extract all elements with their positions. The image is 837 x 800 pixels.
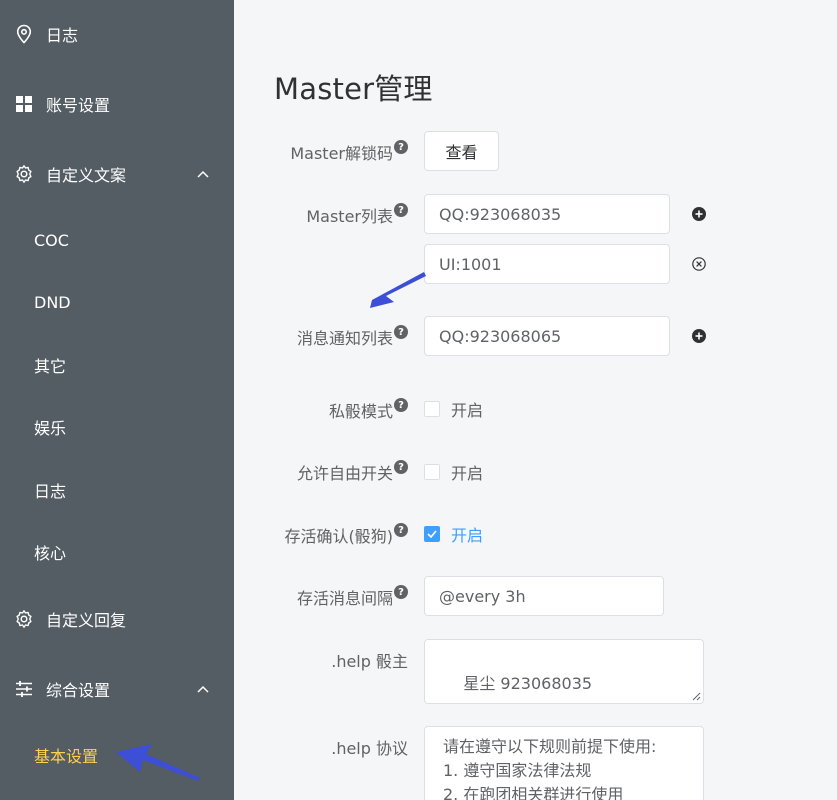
sidebar-item-custom-text[interactable]: 自定义文案 xyxy=(0,146,234,202)
page-title: Master管理 xyxy=(274,72,433,106)
grid-icon xyxy=(14,94,34,114)
help-master-textarea[interactable]: 星尘 923068035 xyxy=(424,639,704,704)
annotation-arrow-icon xyxy=(116,744,200,781)
alive-interval-input[interactable]: @every 3h xyxy=(424,576,664,616)
remove-circle-icon[interactable] xyxy=(692,257,706,271)
help-icon[interactable]: ? xyxy=(394,585,408,599)
sidebar-item-label: 日志 xyxy=(46,26,79,45)
sidebar-subitem-log[interactable]: 日志 xyxy=(0,465,234,515)
alive-confirm-label: 存活确认(骰狗)? xyxy=(285,523,408,547)
sidebar-subitem-core[interactable]: 核心 xyxy=(0,527,234,577)
alive-confirm-checkbox[interactable]: 开启 xyxy=(424,524,483,545)
sidebar-subitem-dnd[interactable]: DND xyxy=(0,277,234,327)
help-icon[interactable]: ? xyxy=(394,398,408,412)
sidebar-subitem-coc[interactable]: COC xyxy=(0,215,234,265)
sidebar-item-label: 综合设置 xyxy=(46,681,111,700)
help-icon[interactable]: ? xyxy=(394,325,408,339)
master-list-input-1[interactable]: QQ:923068035 xyxy=(424,194,670,234)
sidebar-item-log[interactable]: 日志 xyxy=(0,6,234,62)
gear-icon xyxy=(14,164,34,184)
help-icon[interactable]: ? xyxy=(394,460,408,474)
checkbox-box[interactable] xyxy=(424,464,440,480)
master-code-label: Master解锁码? xyxy=(290,140,408,164)
checkbox-checked-icon[interactable] xyxy=(424,526,440,542)
resize-handle-icon[interactable] xyxy=(692,692,701,701)
sidebar-item-label: 自定义回复 xyxy=(46,611,127,630)
master-list-label: Master列表? xyxy=(306,203,408,227)
chevron-up-icon xyxy=(196,167,210,181)
main-panel: Master管理 Master解锁码? 查看 Master列表? QQ:9230… xyxy=(234,0,837,800)
view-code-button[interactable]: 查看 xyxy=(424,131,499,171)
add-circle-icon[interactable] xyxy=(692,329,706,343)
location-pin-icon xyxy=(14,24,34,44)
help-protocol-label: .help 协议 xyxy=(331,739,408,758)
help-icon[interactable]: ? xyxy=(394,203,408,217)
sidebar-item-account-settings[interactable]: 账号设置 xyxy=(0,76,234,132)
sliders-icon xyxy=(14,679,34,699)
notify-list-label: 消息通知列表? xyxy=(297,325,408,349)
free-switch-checkbox[interactable]: 开启 xyxy=(424,462,483,483)
sidebar-item-label: 账号设置 xyxy=(46,96,111,115)
free-switch-label: 允许自由开关? xyxy=(297,460,408,484)
help-master-label: .help 骰主 xyxy=(331,652,408,671)
help-icon[interactable]: ? xyxy=(394,523,408,537)
alive-interval-label: 存活消息间隔? xyxy=(297,585,408,609)
sidebar-item-custom-reply[interactable]: 自定义回复 xyxy=(0,591,234,647)
sidebar-subitem-fun[interactable]: 娱乐 xyxy=(0,402,234,452)
sidebar: 日志 账号设置 自定义文案 COC DND 其它 娱乐 日志 核心 自定义回复 … xyxy=(0,0,234,800)
gear-icon xyxy=(14,609,34,629)
annotation-arrow-icon xyxy=(370,272,426,308)
help-icon[interactable]: ? xyxy=(394,140,408,154)
sidebar-item-general-settings[interactable]: 综合设置 xyxy=(0,661,234,717)
sidebar-subitem-other[interactable]: 其它 xyxy=(0,340,234,390)
checkbox-box[interactable] xyxy=(424,401,440,417)
add-circle-icon[interactable] xyxy=(692,207,706,221)
private-dice-checkbox[interactable]: 开启 xyxy=(424,399,483,420)
private-dice-label: 私骰模式? xyxy=(329,398,408,422)
notify-list-input-1[interactable]: QQ:923068065 xyxy=(424,316,670,356)
chevron-up-icon xyxy=(196,682,210,696)
master-list-input-2[interactable]: UI:1001 xyxy=(424,244,670,284)
help-protocol-textarea[interactable]: 请在遵守以下规则前提下使用: 1. 遵守国家法律法规 2. 在跑团相关群进行使用 xyxy=(424,726,704,800)
sidebar-item-label: 自定义文案 xyxy=(46,166,127,185)
